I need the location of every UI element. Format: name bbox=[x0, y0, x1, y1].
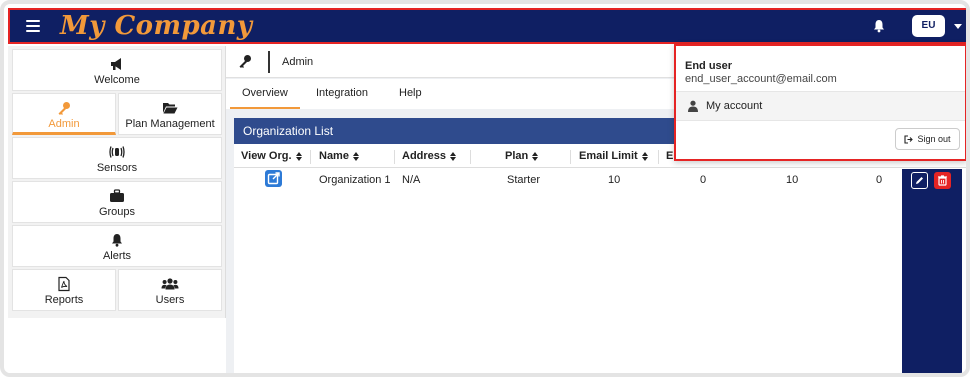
sort-icon bbox=[450, 151, 457, 161]
tab-integration[interactable]: Integration bbox=[304, 79, 380, 109]
sidebar-item-label: Groups bbox=[98, 206, 136, 218]
sign-out-button[interactable]: Sign out bbox=[895, 128, 960, 150]
sort-icon bbox=[352, 151, 359, 161]
app-frame: My Company EU Welcome Admin Plan Managem… bbox=[0, 0, 970, 377]
edit-button[interactable] bbox=[911, 172, 928, 189]
sidebar-item-admin[interactable]: Admin bbox=[12, 93, 116, 135]
folder-open-icon bbox=[163, 103, 178, 114]
key-icon bbox=[58, 102, 70, 115]
sidebar-item-reports[interactable]: Reports bbox=[12, 269, 116, 311]
sidebar-item-plan-management[interactable]: Plan Management bbox=[118, 93, 222, 135]
pencil-icon bbox=[916, 177, 923, 184]
sidebar-item-label: Admin bbox=[48, 118, 80, 130]
sign-out-icon bbox=[904, 135, 914, 144]
delete-button[interactable] bbox=[934, 172, 951, 189]
row-actions bbox=[902, 169, 962, 373]
sensor-icon bbox=[109, 146, 125, 158]
divider bbox=[676, 120, 965, 121]
breadcrumb-label: Admin bbox=[282, 56, 314, 68]
megaphone-icon bbox=[111, 58, 121, 70]
my-account-menu-item[interactable]: My account bbox=[676, 92, 965, 120]
cell-plan: Starter bbox=[507, 174, 541, 186]
table-row: Organization 1 N/A Starter 10 0 10 0 bbox=[234, 169, 966, 191]
column-header-truncated[interactable]: E bbox=[666, 150, 673, 162]
cell-value: 10 bbox=[786, 174, 799, 186]
brand-logo: My Company bbox=[60, 11, 253, 41]
column-header-email-limit[interactable]: Email Limit bbox=[579, 150, 648, 162]
notification-bell-icon[interactable] bbox=[872, 19, 886, 33]
chevron-down-icon[interactable] bbox=[954, 24, 962, 29]
pdf-file-icon bbox=[58, 276, 70, 292]
tab-overview[interactable]: Overview bbox=[230, 79, 300, 109]
sidebar-item-label: Users bbox=[155, 294, 185, 306]
user-name: End user bbox=[685, 60, 733, 72]
sidebar-item-label: Alerts bbox=[102, 250, 132, 262]
sidebar-item-users[interactable]: Users bbox=[118, 269, 222, 311]
sidebar-item-alerts[interactable]: Alerts bbox=[12, 225, 222, 267]
sidebar-item-sensors[interactable]: Sensors bbox=[12, 137, 222, 179]
column-header-view-org[interactable]: View Org. bbox=[241, 150, 302, 162]
briefcase-icon bbox=[110, 189, 124, 202]
cell-address: N/A bbox=[402, 174, 421, 186]
hamburger-menu-icon[interactable] bbox=[26, 20, 40, 32]
column-header-address[interactable]: Address bbox=[402, 150, 457, 162]
external-link-icon bbox=[267, 172, 280, 185]
sort-icon bbox=[532, 151, 539, 161]
key-icon bbox=[239, 55, 251, 68]
breadcrumb-separator bbox=[268, 51, 270, 73]
sort-icon bbox=[641, 151, 648, 161]
sort-icon bbox=[295, 151, 302, 161]
user-icon bbox=[688, 100, 698, 112]
bell-icon bbox=[112, 234, 122, 247]
user-dropdown-menu: End user end_user_account@email.com My a… bbox=[674, 44, 966, 161]
top-navbar: My Company EU bbox=[8, 8, 966, 44]
view-organization-button[interactable] bbox=[265, 170, 282, 187]
tab-help[interactable]: Help bbox=[387, 79, 434, 109]
sign-out-label: Sign out bbox=[917, 134, 951, 144]
column-header-plan[interactable]: Plan bbox=[505, 150, 539, 162]
sidebar-item-groups[interactable]: Groups bbox=[12, 181, 222, 223]
sidebar-item-welcome[interactable]: Welcome bbox=[12, 49, 222, 91]
users-icon bbox=[161, 278, 179, 290]
sidebar-item-label: Reports bbox=[44, 294, 84, 306]
sidebar-item-label: Plan Management bbox=[125, 118, 215, 130]
my-account-label: My account bbox=[706, 100, 763, 112]
user-email: end_user_account@email.com bbox=[685, 73, 837, 85]
cell-value: 0 bbox=[876, 174, 883, 186]
column-header-name[interactable]: Name bbox=[319, 150, 359, 162]
sidebar: Welcome Admin Plan Management Sensors Gr… bbox=[8, 46, 226, 373]
cell-email-limit: 10 bbox=[608, 174, 621, 186]
cell-name: Organization 1 bbox=[319, 174, 391, 186]
sidebar-item-label: Welcome bbox=[94, 74, 140, 86]
sidebar-item-label: Sensors bbox=[96, 162, 138, 174]
trash-icon bbox=[938, 175, 947, 186]
user-avatar-button[interactable]: EU bbox=[912, 15, 945, 37]
cell-value: 0 bbox=[700, 174, 707, 186]
